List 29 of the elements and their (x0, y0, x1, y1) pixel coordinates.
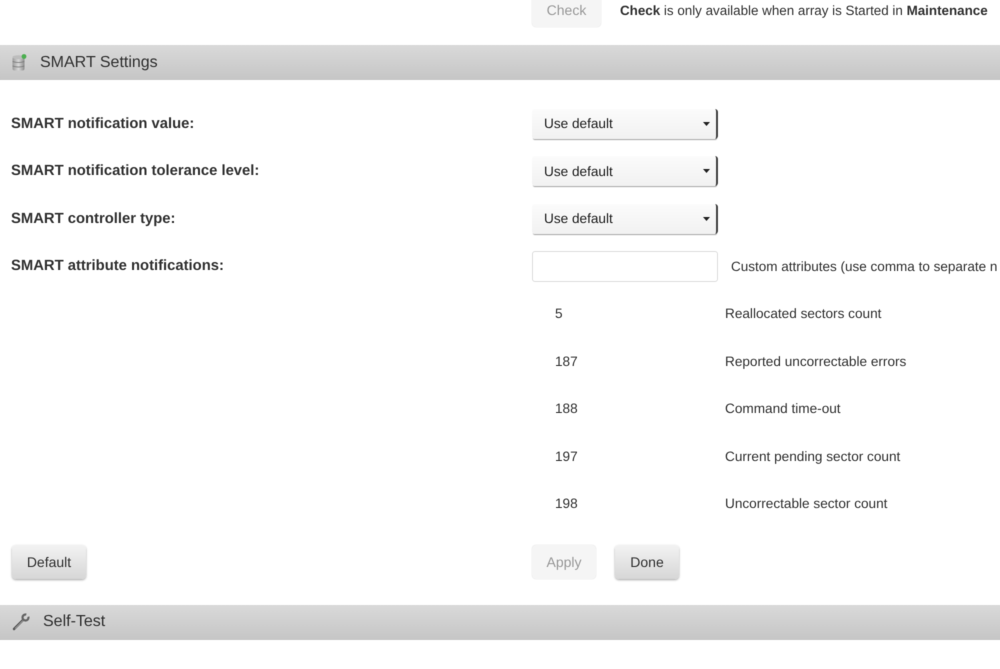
attribute-number: 197 (554, 448, 578, 464)
section-title: Self-Test (43, 613, 106, 631)
field-label: SMART notification tolerance level: (10, 163, 260, 180)
wrench-icon (12, 613, 30, 631)
attribute-name: Reported uncorrectable errors (725, 354, 906, 369)
database-icon (12, 54, 27, 71)
field-label: SMART attribute notifications: (10, 258, 224, 274)
attribute-number: 5 (554, 306, 563, 322)
done-button[interactable]: Done (615, 544, 679, 578)
caret-icon (703, 122, 710, 126)
field-label: SMART notification value: (10, 116, 194, 132)
attribute-name: Current pending sector count (725, 448, 900, 464)
attribute-name: Command time-out (725, 401, 841, 416)
attribute-name: Uncorrectable sector count (725, 496, 888, 512)
caret-icon (703, 169, 710, 174)
attribute-name: Reallocated sectors count (725, 306, 882, 322)
attribute-number: 198 (554, 496, 578, 512)
input-field[interactable] (532, 250, 718, 282)
select-field[interactable]: Use default (532, 156, 718, 186)
select-field[interactable]: Use default (532, 204, 718, 234)
default-button[interactable]: Default (12, 544, 86, 578)
field-hint: Custom attributes (use comma to separate n (730, 258, 998, 274)
select-field[interactable]: Use default (532, 108, 718, 139)
caret-icon (703, 216, 710, 221)
field-label: SMART controller type: (10, 210, 176, 227)
section-title: SMART Settings (40, 54, 158, 72)
attribute-number: 187 (554, 354, 578, 369)
attribute-number: 188 (554, 401, 578, 416)
notice-text: Check is only available when array is Started in Maintenance (620, 2, 988, 18)
